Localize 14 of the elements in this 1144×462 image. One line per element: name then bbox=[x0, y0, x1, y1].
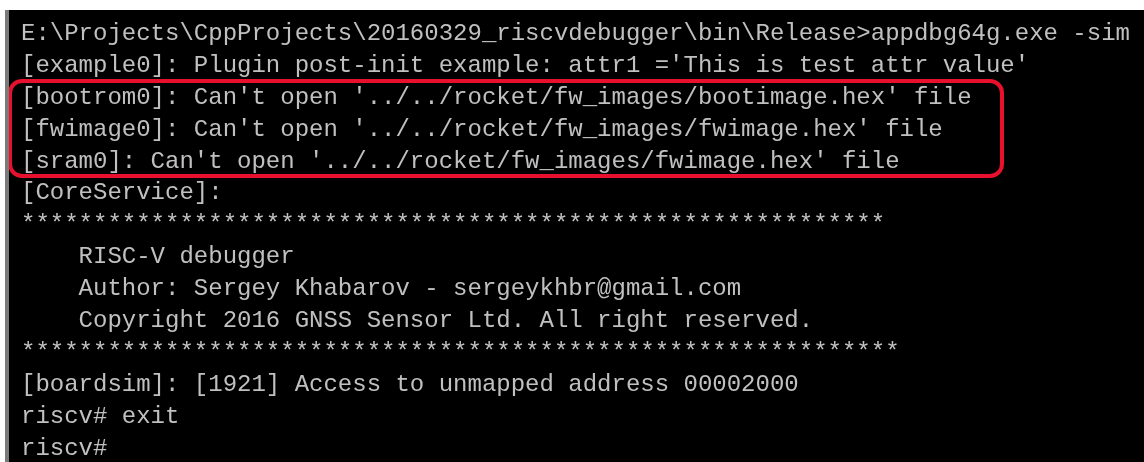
console-line: [fwimage0]: Can't open '../../rocket/fw_images/fwimage.hex' file bbox=[21, 114, 943, 145]
console-line: [sram0]: Can't open '../../rocket/fw_images/fwimage.hex' file bbox=[21, 146, 900, 177]
console-line: Copyright 2016 GNSS Sensor Ltd. All right reserved. bbox=[77, 306, 814, 336]
console-line: E:\Projects\CppProjects\20160329_riscvdebugger\bin\Release>appdbg64g.exe -sim bbox=[21, 19, 1130, 49]
console-line: riscv# bbox=[21, 433, 108, 462]
console-line: [boardsim]: [1921] Access to unmapped address 00002000 bbox=[21, 369, 799, 400]
console-line: riscv# exit bbox=[21, 401, 180, 432]
console-line: [bootrom0]: Can't open '../../rocket/fw_images/bootimage.hex' file bbox=[21, 82, 972, 113]
console-line: ************************************************************ bbox=[21, 210, 886, 241]
console-line: ************************************************************* bbox=[21, 337, 900, 368]
console-line: [CoreService]: bbox=[21, 178, 223, 209]
console-line: Author: Sergey Khabarov - sergeykhbr@gmail.com bbox=[77, 274, 742, 305]
console-line: RISC-V debugger bbox=[77, 242, 295, 273]
console-line: [example0]: Plugin post-init example: attr1 ='This is test attr value' bbox=[21, 50, 1030, 81]
